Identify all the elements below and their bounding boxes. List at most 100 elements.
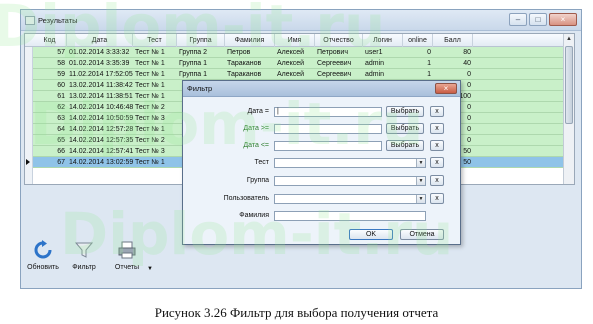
table-cell: admin [365, 71, 385, 78]
table-row[interactable]: 58 01.02.2014 3:35:39 Тест № 1 Группа 1 Тара… [33, 58, 565, 69]
column-header[interactable]: online [403, 34, 433, 47]
ok-button[interactable]: OK [349, 229, 393, 240]
table-cell: Алексей [277, 71, 305, 78]
table-cell: Тест № 3 [135, 148, 165, 155]
date-eq-clear-button[interactable]: x [430, 106, 444, 117]
cancel-button[interactable]: Отмена [400, 229, 444, 240]
table-cell: Петров [227, 49, 251, 56]
maximize-button[interactable]: □ [529, 13, 547, 26]
table-cell: 01.02.2014 3:33:32 [69, 49, 130, 56]
column-header[interactable]: Отчество [315, 34, 363, 47]
table-cell: 1 [427, 71, 431, 78]
date-ge-choose-button[interactable]: Выбрать [386, 123, 424, 134]
column-header[interactable]: Фамилия [225, 34, 275, 47]
filter-button[interactable]: Фильтр [68, 240, 100, 271]
table-cell: 65 [57, 137, 65, 144]
table-cell: 14.02.2014 12:57:28 [69, 126, 133, 133]
grid-vertical-scrollbar[interactable]: ▲ [563, 34, 574, 184]
bottom-toolbar: Обновить Фильтр Отчеты ▼ [24, 240, 575, 285]
column-header[interactable]: Код [33, 34, 67, 47]
table-cell: 14.02.2014 12:57:41 [69, 148, 133, 155]
refresh-label: Обновить [27, 264, 59, 271]
chevron-down-icon: ▼ [416, 195, 425, 203]
filter-dialog-title: Фильтр [183, 81, 460, 97]
date-eq-input[interactable]: | [274, 107, 382, 117]
surname-input[interactable] [274, 211, 426, 221]
table-cell: 14.02.2014 10:50:59 [69, 115, 133, 122]
table-cell: 0 [467, 71, 471, 78]
table-cell: 60 [57, 82, 65, 89]
date-le-clear-button[interactable]: x [430, 140, 444, 151]
reports-button[interactable]: Отчеты [110, 240, 144, 271]
table-cell: 57 [57, 49, 65, 56]
table-cell: Тараканов [227, 60, 262, 67]
table-cell: Тест № 1 [135, 126, 165, 133]
user-label: Пользователь [223, 195, 269, 202]
user-select[interactable]: ▼ [274, 194, 426, 204]
date-ge-clear-button[interactable]: x [430, 123, 444, 134]
table-cell: Тест № 1 [135, 49, 165, 56]
table-cell: Тест № 2 [135, 137, 165, 144]
filter-dialog-close-button[interactable]: × [435, 83, 457, 94]
group-clear-button[interactable]: x [430, 175, 444, 186]
funnel-icon [74, 242, 94, 258]
date-le-input[interactable] [274, 141, 382, 151]
date-eq-choose-button[interactable]: Выбрать [386, 106, 424, 117]
table-cell: Тест № 1 [135, 60, 165, 67]
table-cell: Тест № 3 [135, 115, 165, 122]
scroll-thumb[interactable] [565, 46, 573, 124]
table-cell: 62 [57, 104, 65, 111]
refresh-icon [34, 240, 52, 259]
table-cell: Сергеевич [317, 71, 352, 78]
table-cell: 14.02.2014 10:46:48 [69, 104, 133, 111]
table-cell: 66 [57, 148, 65, 155]
table-cell: Алексей [277, 60, 305, 67]
date-ge-input[interactable] [274, 124, 382, 134]
table-cell: 80 [463, 49, 471, 56]
group-label: Группа [246, 177, 269, 184]
table-cell: Сергеевич [317, 60, 352, 67]
group-select[interactable]: ▼ [274, 176, 426, 186]
table-row[interactable]: 59 11.02.2014 17:52:05 Тест № 1 Группа 1 Тар… [33, 69, 565, 80]
table-row[interactable]: 57 01.02.2014 3:33:32 Тест № 1 Группа 2 Петр… [33, 47, 565, 58]
chevron-down-icon: ▼ [416, 177, 425, 185]
test-clear-button[interactable]: x [430, 157, 444, 168]
user-clear-button[interactable]: x [430, 193, 444, 204]
column-header[interactable]: Балл [433, 34, 473, 47]
reports-label: Отчеты [114, 264, 140, 271]
table-cell: 64 [57, 126, 65, 133]
window-app-icon [25, 16, 35, 25]
table-cell: admin [365, 60, 385, 67]
column-header[interactable]: Тест [133, 34, 177, 47]
scroll-up-icon[interactable]: ▲ [564, 34, 574, 44]
current-row-arrow-icon [26, 159, 30, 165]
table-cell: 61 [57, 93, 65, 100]
table-cell: Тест № 1 [135, 82, 165, 89]
minimize-button[interactable]: – [509, 13, 527, 26]
table-cell: Группа 1 [179, 71, 208, 78]
table-cell: Тест № 1 [135, 159, 165, 166]
refresh-button[interactable]: Обновить [26, 240, 60, 271]
column-header[interactable]: Группа [177, 34, 225, 47]
table-cell: 13.02.2014 11:38:42 [69, 82, 133, 89]
date-le-choose-button[interactable]: Выбрать [386, 140, 424, 151]
table-cell: Петрович [317, 49, 348, 56]
table-cell: Группа 2 [179, 49, 208, 56]
chevron-down-icon: ▼ [416, 159, 425, 167]
column-header[interactable]: Имя [275, 34, 315, 47]
table-cell: 1 [427, 60, 431, 67]
table-cell: 14.02.2014 13:02:59 [69, 159, 133, 166]
table-cell: Тест № 1 [135, 93, 165, 100]
close-button[interactable]: × [549, 13, 577, 26]
table-cell: Тараканов [227, 71, 262, 78]
table-cell: 01.02.2014 3:35:39 [69, 60, 130, 67]
reports-dropdown-icon[interactable]: ▼ [146, 266, 154, 272]
table-cell: 11.02.2014 17:52:05 [69, 71, 133, 78]
window-title: Результаты [38, 16, 78, 25]
filter-dialog: Фильтр × Дата = | Выбрать x Дата >= Выбр… [182, 80, 461, 245]
date-le-label: Дата <= [243, 142, 269, 149]
test-select[interactable]: ▼ [274, 158, 426, 168]
column-header[interactable]: Логин [363, 34, 403, 47]
column-header[interactable]: Дата [67, 34, 133, 47]
table-cell: 40 [463, 60, 471, 67]
